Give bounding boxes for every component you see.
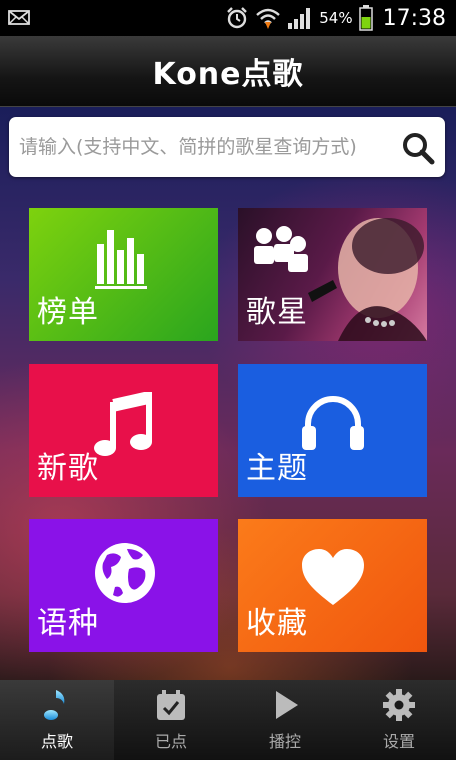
clock: 17:38	[382, 5, 446, 31]
tab-label: 设置	[382, 732, 415, 751]
tab-playback-control[interactable]: 播控	[228, 680, 342, 760]
signal-icon	[288, 8, 311, 29]
tile-label: 歌星	[246, 295, 308, 330]
battery-icon	[358, 5, 373, 31]
play-icon	[276, 691, 298, 719]
music-note-icon	[94, 392, 152, 456]
gear-icon	[383, 689, 415, 721]
tab-requested[interactable]: 已点	[114, 680, 228, 760]
people-icon	[254, 226, 308, 272]
heart-icon	[302, 549, 364, 605]
tile-languages[interactable]: 语种	[29, 519, 218, 652]
bottom-tab-bar: 点歌 已点 播控 设置	[0, 680, 456, 760]
calendar-check-icon	[157, 690, 185, 720]
page-title: Kone点歌	[152, 57, 304, 92]
tile-label: 收藏	[246, 606, 308, 641]
tile-label: 语种	[37, 606, 99, 641]
tile-charts[interactable]: 榜单	[29, 208, 218, 341]
tile-label: 主题	[246, 451, 308, 486]
search-input[interactable]	[19, 117, 389, 177]
alarm-icon	[227, 7, 248, 29]
globe-icon	[95, 543, 155, 603]
headphones-icon	[302, 396, 364, 450]
wifi-icon	[256, 8, 281, 29]
tab-song-request[interactable]: 点歌	[0, 680, 114, 760]
tab-settings[interactable]: 设置	[342, 680, 456, 760]
tile-themes[interactable]: 主题	[238, 364, 427, 497]
mail-icon	[8, 10, 30, 25]
music-note-icon	[44, 690, 65, 720]
main-content: 榜单 歌星 新歌	[0, 107, 456, 680]
tile-label: 新歌	[37, 451, 99, 486]
chart-bars-icon	[95, 230, 147, 289]
tab-label: 播控	[268, 732, 301, 751]
tab-label: 已点	[154, 732, 187, 751]
tile-label: 榜单	[37, 295, 99, 330]
tab-label: 点歌	[40, 732, 73, 751]
status-bar: 54% 17:38	[0, 0, 456, 36]
tile-singers[interactable]: 歌星	[238, 208, 427, 341]
search-icon[interactable]	[401, 131, 435, 165]
search-bar	[9, 117, 445, 177]
title-bar: Kone点歌	[0, 36, 456, 107]
battery-percent: 54%	[319, 9, 353, 27]
tile-favorites[interactable]: 收藏	[238, 519, 427, 652]
tile-new-songs[interactable]: 新歌	[29, 364, 218, 497]
